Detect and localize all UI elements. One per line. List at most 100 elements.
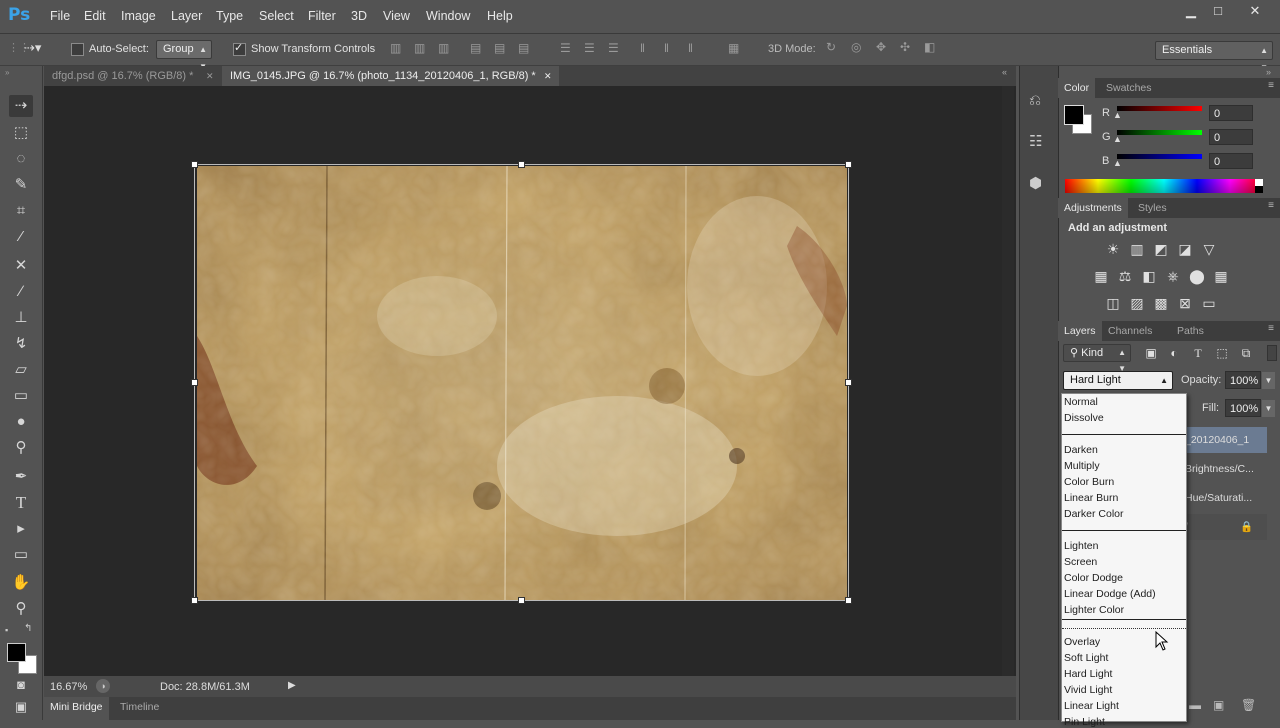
tab-color[interactable]: Color (1058, 78, 1096, 98)
threshold-icon[interactable]: ▩ (1151, 294, 1171, 312)
blend-option-color-dodge[interactable]: Color Dodge (1064, 572, 1123, 584)
invert-icon[interactable]: ◫ (1103, 294, 1123, 312)
b-value[interactable]: 0 (1209, 153, 1253, 169)
3d-roll-icon[interactable]: ◎ (851, 40, 861, 54)
collapse-tools-icon[interactable]: » (5, 68, 9, 77)
blend-option-lighten[interactable]: Lighten (1064, 540, 1098, 552)
type-tool-icon[interactable]: T (9, 492, 33, 514)
hand-tool-icon[interactable]: ✋ (9, 572, 33, 594)
menu-edit[interactable]: Edit (84, 9, 106, 23)
posterize-icon[interactable]: ▨ (1127, 294, 1147, 312)
auto-align-icon[interactable]: ▦ (728, 41, 739, 55)
document-image[interactable] (197, 166, 847, 600)
menu-3d[interactable]: 3D (351, 9, 367, 23)
filter-shape-icon[interactable]: ⬚ (1212, 344, 1232, 362)
panel-menu-icon[interactable]: ≡ (1268, 80, 1274, 91)
close-window-button[interactable]: ✕ (1240, 1, 1270, 21)
align-top-icon[interactable]: ▥ (390, 41, 401, 55)
transform-handle-bottom[interactable] (518, 597, 525, 604)
b-slider-thumb-icon[interactable]: ▲ (1113, 158, 1122, 168)
distribute-hcenter-icon[interactable]: ‖ (664, 41, 669, 55)
blend-mode-dropdown[interactable]: Hard Light ▲▼ (1063, 371, 1173, 402)
default-colors-icon[interactable]: ▪ (5, 625, 8, 635)
path-selection-tool-icon[interactable]: ▸ (9, 518, 33, 540)
properties-panel-icon[interactable]: ☷ (1029, 132, 1042, 150)
gradient-map-triangle-icon[interactable]: ▽ (1199, 240, 1219, 258)
color-spectrum-ramp[interactable] (1065, 179, 1263, 193)
move-tool-preset-icon[interactable]: ⇢▾ (24, 40, 41, 56)
menu-type[interactable]: Type (216, 9, 243, 23)
transform-handle-right[interactable] (845, 379, 852, 386)
blend-option-normal[interactable]: Normal (1064, 396, 1098, 408)
color-fg-swatch[interactable] (1064, 105, 1084, 125)
healing-brush-tool-icon[interactable]: ✕ (9, 255, 33, 277)
r-slider-thumb-icon[interactable]: ▲ (1113, 110, 1122, 120)
blend-option-linear-dodge[interactable]: Linear Dodge (Add) (1064, 588, 1156, 600)
align-vcenter-icon[interactable]: ▥ (414, 41, 425, 55)
quick-select-tool-icon[interactable]: ✎ (9, 174, 33, 196)
new-group-icon[interactable]: ▬ (1189, 698, 1201, 712)
fill-field[interactable]: 100% (1225, 399, 1261, 417)
history-brush-tool-icon[interactable]: ↯ (9, 333, 33, 355)
pen-tool-icon[interactable]: ✒ (9, 466, 33, 488)
tab-img-0145[interactable]: IMG_0145.JPG @ 16.7% (photo_1134_2012040… (222, 66, 559, 86)
blend-option-vivid-light[interactable]: Vivid Light (1064, 684, 1112, 696)
layer-filter-dropdown[interactable]: ⚲ Kind ▲ ▼ (1063, 344, 1131, 373)
auto-select-dropdown[interactable]: Group ▲▼ (156, 40, 212, 71)
3d-panel-icon[interactable]: ⬢ (1029, 174, 1042, 192)
hue-saturation-icon[interactable]: ⚖ (1115, 267, 1135, 285)
black-white-icon[interactable]: ⎈ (1163, 267, 1183, 285)
photo-filter-icon[interactable]: ⬤ (1187, 267, 1207, 285)
g-slider[interactable] (1117, 130, 1202, 135)
tab-close-icon[interactable]: ✕ (206, 66, 214, 86)
blend-option-color-burn[interactable]: Color Burn (1064, 476, 1114, 488)
panel-menu-icon[interactable]: ≡ (1268, 200, 1274, 211)
selective-color-icon[interactable]: ⊠ (1175, 294, 1195, 312)
menu-file[interactable]: File (50, 9, 70, 23)
lasso-tool-icon[interactable]: ◌ (9, 148, 33, 170)
vertical-scrollbar[interactable] (1002, 86, 1014, 676)
blend-option-linear-light[interactable]: Linear Light (1064, 700, 1119, 712)
3d-pan-icon[interactable]: ✥ (876, 40, 886, 54)
3d-slide-icon[interactable]: ✣ (900, 40, 910, 54)
blend-option-hard-light[interactable]: Hard Light (1064, 668, 1112, 680)
transform-handle-left[interactable] (191, 379, 198, 386)
menu-view[interactable]: View (383, 9, 410, 23)
clone-stamp-tool-icon[interactable]: ⊥ (9, 307, 33, 329)
menu-select[interactable]: Select (259, 9, 294, 23)
filter-type-icon[interactable]: T (1188, 344, 1208, 362)
panel-collapse-icon[interactable]: » (1266, 67, 1271, 77)
new-layer-icon[interactable]: ▣ (1213, 698, 1224, 712)
r-value[interactable]: 0 (1209, 105, 1253, 121)
blend-option-darken[interactable]: Darken (1064, 444, 1098, 456)
align-hcenter-icon[interactable]: ▤ (494, 41, 505, 55)
workspace-dropdown[interactable]: Essentials ▲▼ (1155, 41, 1273, 72)
layer-row[interactable]: Brightness/C... (1185, 456, 1267, 482)
align-bottom-icon[interactable]: ▥ (438, 41, 449, 55)
filter-adjustment-icon[interactable]: ◐ (1164, 344, 1184, 362)
zoom-level[interactable]: 16.67% (50, 681, 87, 693)
distribute-top-icon[interactable]: ☰ (560, 41, 571, 55)
opacity-slider-arrow-icon[interactable]: ▼ (1262, 372, 1275, 389)
quick-mask-icon[interactable]: ◙ (9, 674, 33, 696)
eyedropper-tool-icon[interactable]: ⁄ (9, 226, 33, 248)
panel-menu-icon[interactable]: ≡ (1268, 323, 1274, 334)
transform-handle-top-left[interactable] (191, 161, 198, 168)
vibrance-icon[interactable]: ▦ (1091, 267, 1111, 285)
foreground-color-swatch[interactable] (7, 643, 26, 662)
auto-select-checkbox[interactable] (71, 43, 84, 56)
tab-timeline[interactable]: Timeline (120, 697, 159, 717)
crop-tool-icon[interactable]: ⌗ (9, 200, 33, 222)
tab-dfgd[interactable]: dfgd.psd @ 16.7% (RGB/8) * ✕ (44, 66, 220, 86)
maximize-button[interactable]: □ (1204, 1, 1232, 21)
tab-close-icon[interactable]: ✕ (544, 66, 552, 86)
tab-swatches[interactable]: Swatches (1100, 78, 1158, 98)
3d-rotate-icon[interactable]: ↻ (826, 40, 836, 54)
tab-channels[interactable]: Channels (1102, 321, 1158, 341)
menu-window[interactable]: Window (426, 9, 470, 23)
minimize-button[interactable]: ▁ (1177, 1, 1205, 21)
gradient-tool-icon[interactable]: ▭ (9, 385, 33, 407)
blend-option-lighter-color[interactable]: Lighter Color (1064, 604, 1124, 616)
filter-smart-object-icon[interactable]: ⧉ (1236, 344, 1256, 362)
dodge-tool-icon[interactable]: ⚲ (9, 437, 33, 459)
